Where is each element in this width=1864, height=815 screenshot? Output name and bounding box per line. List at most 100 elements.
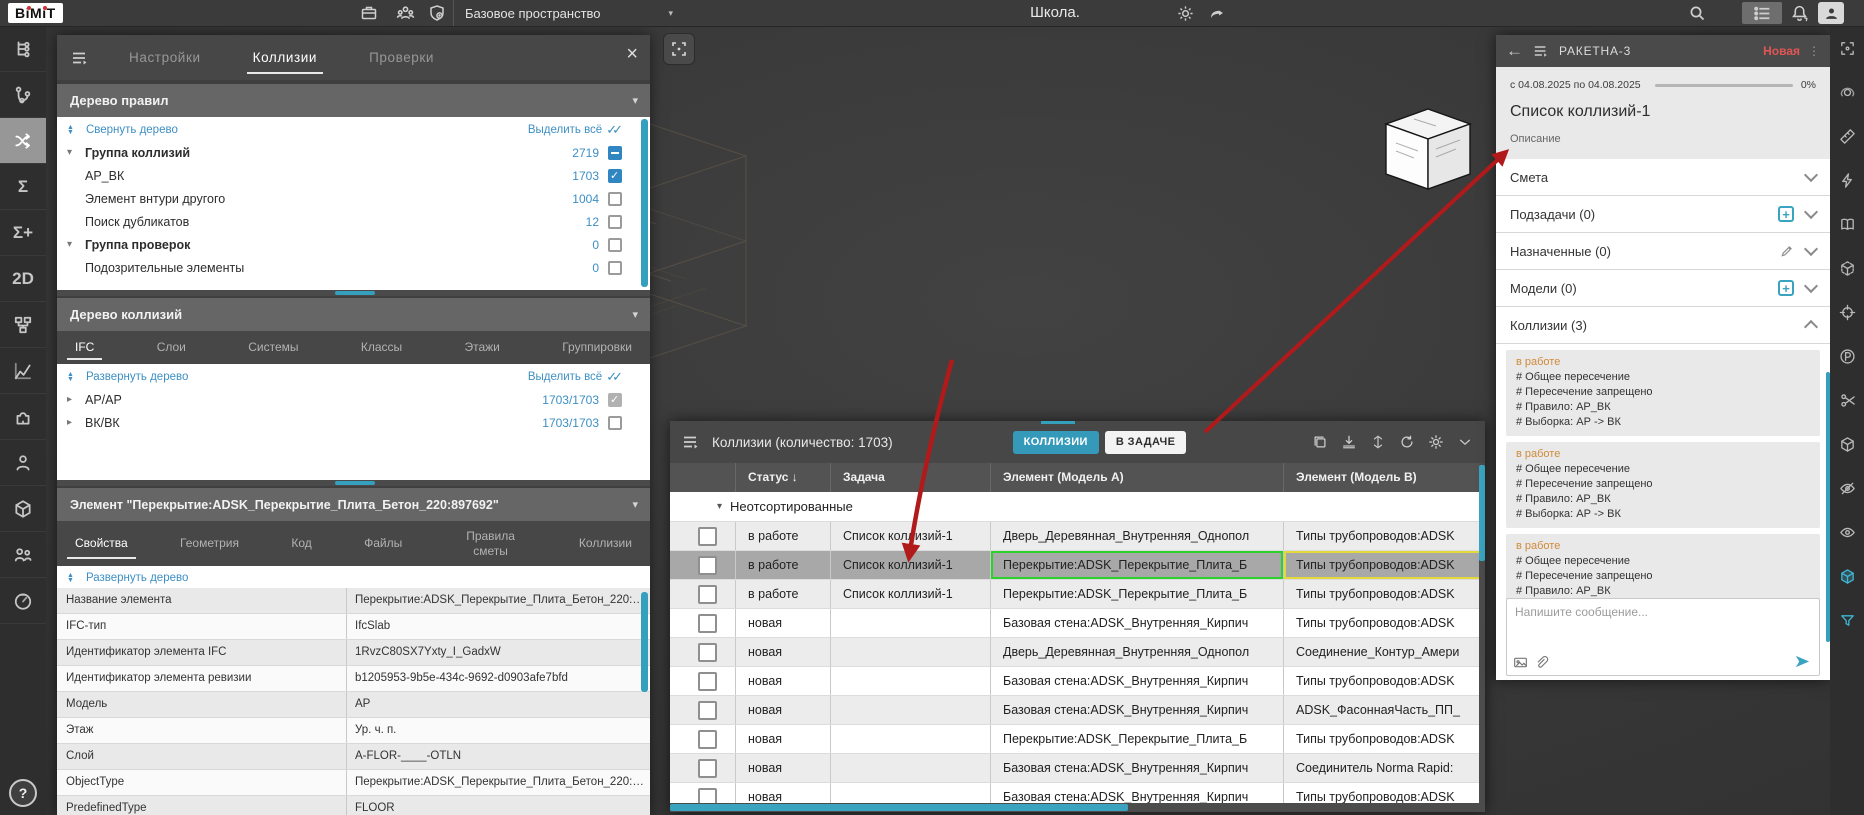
search-button[interactable] [1684, 2, 1710, 24]
users-button[interactable] [392, 2, 418, 24]
account-button[interactable] [1818, 2, 1844, 24]
sidebar-tool-sum[interactable]: Σ [0, 164, 46, 210]
sidebar-tool-collisions[interactable] [0, 118, 46, 164]
task-section-Коллизии[interactable]: Коллизии (3) [1496, 307, 1830, 344]
collision-row[interactable]: в работеСписок коллизий-1Дверь_Деревянна… [670, 522, 1485, 551]
workspace-selector[interactable]: Базовое пространство ▾ [465, 0, 673, 26]
collision-row[interactable]: новаяДверь_Деревянная_Внутренняя_Однопол… [670, 638, 1485, 667]
collision-tree-hscrollbar[interactable] [57, 480, 650, 486]
collision-row[interactable]: новаяБазовая стена:ADSK_Внутренняя_Кирпи… [670, 783, 1485, 803]
element-tab-Геометрия[interactable]: Геометрия [180, 521, 239, 566]
table-export-button[interactable] [1341, 434, 1357, 450]
sidebar-tool-scheme[interactable] [0, 302, 46, 348]
viewport-tool-box[interactable] [1830, 422, 1864, 466]
task-section-Подзадачи[interactable]: Подзадачи (0)+ [1496, 196, 1830, 233]
rule-checkbox[interactable] [608, 169, 622, 183]
row-checkbox[interactable] [698, 672, 717, 691]
collision-tree-row[interactable]: ▸ВК/ВК1703/1703 [57, 411, 650, 434]
share-button[interactable] [1204, 2, 1230, 24]
rules-tree-row[interactable]: Элемент внтури другого1004 [57, 187, 650, 210]
viewport-tool-eye-off[interactable] [1830, 466, 1864, 510]
viewport-tool-book[interactable] [1830, 202, 1864, 246]
rules-tree-header[interactable]: Дерево правил ▾ [57, 84, 650, 117]
close-panel-button[interactable]: × [626, 43, 638, 66]
chevron-up-icon[interactable] [1804, 320, 1818, 334]
rule-checkbox[interactable] [608, 146, 622, 160]
table-refresh-button[interactable] [1399, 434, 1415, 450]
add-icon[interactable]: + [1778, 280, 1794, 296]
viewport-tool-target[interactable] [1830, 290, 1864, 334]
view-in-task-button[interactable]: В ЗАДАЧЕ [1105, 431, 1186, 454]
rule-checkbox[interactable] [608, 192, 622, 206]
collapse-tree-link[interactable]: Свернуть дерево [86, 124, 178, 136]
viewport-tool-section[interactable] [1830, 246, 1864, 290]
rules-tree-row[interactable]: ▾Группа проверок0 [57, 233, 650, 256]
attach-image-icon[interactable] [1513, 655, 1528, 670]
navigation-cube[interactable] [1366, 101, 1486, 201]
row-checkbox[interactable] [698, 556, 717, 575]
collision-tree-tab-Группировки[interactable]: Группировки [562, 331, 632, 364]
viewport-tool-capture[interactable] [1830, 26, 1864, 70]
table-settings-button[interactable] [1428, 434, 1444, 450]
panel-menu-icon[interactable] [71, 49, 89, 67]
row-checkbox[interactable] [698, 730, 717, 749]
expand-properties-link[interactable]: Развернуть дерево [86, 572, 188, 584]
rule-checkbox[interactable] [608, 238, 622, 252]
view-collisions-button[interactable]: КОЛЛИЗИИ [1013, 431, 1099, 454]
viewport-tool-cube[interactable] [1830, 554, 1864, 598]
task-name[interactable]: Список коллизий-1 [1510, 103, 1816, 121]
model-pair-checkbox[interactable] [608, 416, 622, 430]
collision-tree-header[interactable]: Дерево коллизий ▾ [57, 298, 650, 331]
rule-checkbox[interactable] [608, 215, 622, 229]
row-checkbox[interactable] [698, 614, 717, 633]
sidebar-tool-2d[interactable]: 2D [0, 256, 46, 302]
viewport-tool-parking[interactable] [1830, 334, 1864, 378]
collision-tree-tab-Системы[interactable]: Системы [248, 331, 298, 364]
sidebar-tool-sum-plus[interactable]: Σ+ [0, 210, 46, 256]
collision-row[interactable]: новаяБазовая стена:ADSK_Внутренняя_Кирпи… [670, 667, 1485, 696]
sidebar-tool-hierarchy[interactable] [0, 26, 46, 72]
task-section-Модели[interactable]: Модели (0)+ [1496, 270, 1830, 307]
collision-row[interactable]: новаяПерекрытие:ADSK_Перекрытие_Плита_БТ… [670, 725, 1485, 754]
sidebar-tool-package[interactable] [0, 486, 46, 532]
viewport-tool-scissors[interactable] [1830, 378, 1864, 422]
collision-tree-tab-Классы[interactable]: Классы [361, 331, 402, 364]
row-checkbox[interactable] [698, 759, 717, 778]
viewport-tool-bolt[interactable] [1830, 158, 1864, 202]
row-checkbox[interactable] [698, 585, 717, 604]
table-align-button[interactable] [1370, 434, 1386, 450]
collision-tree-tab-Этажи[interactable]: Этажи [464, 331, 499, 364]
projects-button[interactable] [356, 2, 382, 24]
viewport-capture-button[interactable] [664, 34, 694, 64]
column-status[interactable]: Статус ↓ [735, 463, 830, 492]
element-tab-Код[interactable]: Код [291, 521, 311, 566]
roles-button[interactable] [424, 2, 450, 24]
element-tab-Файлы[interactable]: Файлы [364, 521, 402, 566]
column-task[interactable]: Задача [830, 463, 990, 492]
viewport-tool-eye[interactable] [1830, 510, 1864, 554]
viewport-tool-orbit[interactable] [1830, 70, 1864, 114]
element-tab-Свойства[interactable]: Свойства [75, 521, 128, 566]
table-menu-icon[interactable] [682, 433, 700, 451]
tab-collisions[interactable]: Коллизии [253, 35, 317, 80]
table-top-scrollbar[interactable] [1041, 421, 1075, 424]
rules-tree-row[interactable]: АР_ВК1703 [57, 164, 650, 187]
rules-tree-row[interactable]: Подозрительные элементы0 [57, 256, 650, 279]
sidebar-tool-gauge[interactable] [0, 578, 46, 624]
tab-settings[interactable]: Настройки [129, 35, 201, 80]
tab-checks[interactable]: Проверки [369, 35, 434, 80]
table-vscrollbar[interactable] [1479, 463, 1485, 803]
message-input[interactable]: Напишите сообщение... [1506, 598, 1820, 676]
element-tab-Правила-сметы[interactable]: Правила сметы [455, 521, 527, 566]
sidebar-tool-chart[interactable] [0, 348, 46, 394]
row-checkbox[interactable] [698, 788, 717, 804]
add-icon[interactable]: + [1778, 206, 1794, 222]
select-all-link[interactable]: Выделить всё ✓✓ [528, 122, 640, 138]
table-collapse-button[interactable] [1457, 434, 1473, 450]
rules-tree-row[interactable]: ▾Группа коллизий2719 [57, 141, 650, 164]
element-header[interactable]: Элемент "Перекрытие:ADSK_Перекрытие_Плит… [57, 488, 650, 521]
collision-tree-tab-Слои[interactable]: Слои [157, 331, 186, 364]
row-checkbox[interactable] [698, 643, 717, 662]
sidebar-tool-person[interactable] [0, 440, 46, 486]
select-all-link[interactable]: Выделить всё ✓✓ [528, 369, 640, 385]
